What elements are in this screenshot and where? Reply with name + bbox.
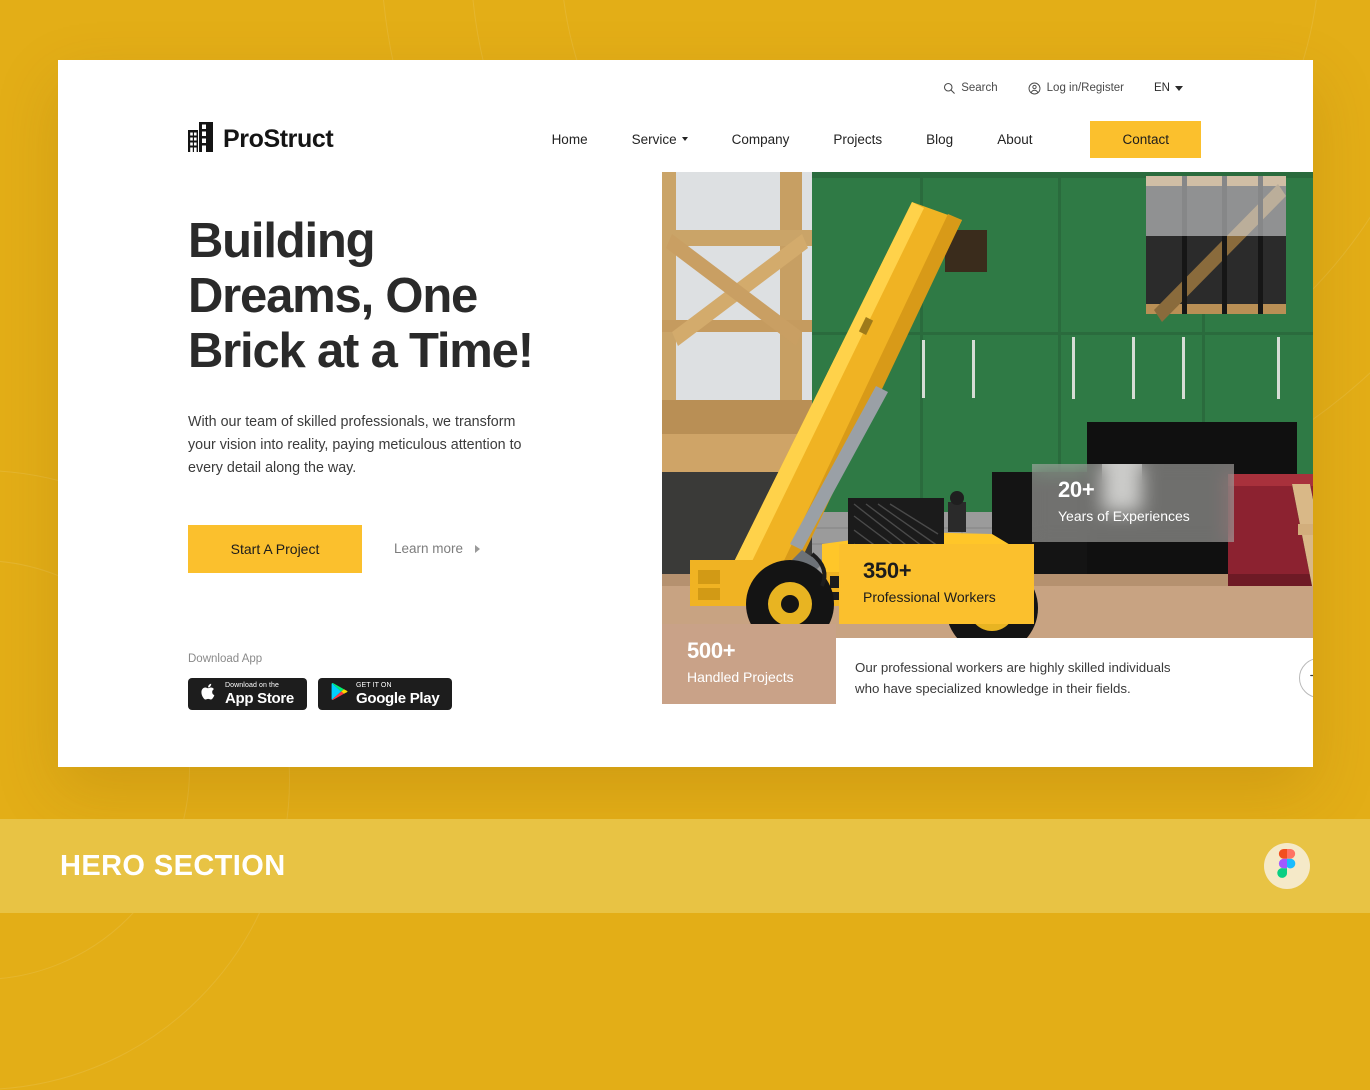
chevron-right-icon xyxy=(475,544,481,553)
stat-label: Professional Workers xyxy=(863,589,996,605)
brand-name: ProStruct xyxy=(223,124,334,153)
building-icon xyxy=(188,121,214,157)
arrow-right-icon xyxy=(1309,669,1313,687)
hero-copy-column: Building Dreams, One Brick at a Time! Wi… xyxy=(188,172,606,710)
nav-label: About xyxy=(997,131,1033,147)
search-label: Search xyxy=(961,82,998,94)
figma-icon xyxy=(1277,849,1297,883)
nav-item-about[interactable]: About xyxy=(997,132,1032,147)
user-circle-icon xyxy=(1028,82,1041,95)
google-play-icon xyxy=(331,682,348,706)
page-title: Building Dreams, One Brick at a Time! xyxy=(188,214,606,379)
badge-store-name: Google Play xyxy=(355,689,440,707)
google-play-badge[interactable]: GET IT ON Google Play xyxy=(317,677,453,710)
site-header: ProStruct Home Service Company Projects … xyxy=(58,100,1313,172)
hero-caption-text: Our professional workers are highly skil… xyxy=(855,660,1171,696)
nav-label: Blog xyxy=(926,131,954,147)
section-banner: HERO SECTION xyxy=(0,819,1370,913)
google-play-badge-text: GET IT ON Google Play xyxy=(355,681,440,707)
hero-section: Building Dreams, One Brick at a Time! Wi… xyxy=(58,172,1313,718)
badge-store-name: App Store xyxy=(225,689,294,707)
stat-card-workers: 350+ Professional Workers xyxy=(839,544,1034,624)
headline-line-3: Brick at a Time! xyxy=(188,323,534,378)
apple-icon xyxy=(201,682,217,706)
nav-item-company[interactable]: Company xyxy=(732,132,790,147)
nav-item-service[interactable]: Service xyxy=(632,132,688,147)
login-register-button[interactable]: Log in/Register xyxy=(1028,82,1124,95)
search-button[interactable]: Search xyxy=(943,82,998,94)
download-app-label: Download App xyxy=(188,652,263,665)
stat-card-years: 20+ Years of Experiences xyxy=(1032,464,1234,542)
search-icon xyxy=(943,82,955,94)
chevron-down-icon xyxy=(681,137,688,141)
stat-value: 350+ xyxy=(863,558,912,583)
app-store-badge[interactable]: Download on the App Store xyxy=(188,677,307,710)
headline-line-2: Dreams, One xyxy=(188,268,478,323)
language-label: EN xyxy=(1154,82,1170,94)
hero-cta-row: Start A Project Learn more xyxy=(188,524,606,573)
app-store-badge-text: Download on the App Store xyxy=(225,682,294,706)
caption-next-button[interactable] xyxy=(1299,658,1313,698)
headline-line-1: Building xyxy=(188,214,376,268)
start-a-project-button[interactable]: Start A Project xyxy=(188,524,362,573)
nav-label: Projects xyxy=(833,131,883,147)
nav-item-blog[interactable]: Blog xyxy=(926,132,953,147)
brand-logo[interactable]: ProStruct xyxy=(188,121,334,157)
stat-label: Years of Experiences xyxy=(1058,508,1190,524)
stat-card-projects: 500+ Handled Projects xyxy=(662,624,836,704)
nav-item-projects[interactable]: Projects xyxy=(833,132,882,147)
badge-small-text: Download on the xyxy=(225,681,280,689)
utility-topbar: Search Log in/Register EN xyxy=(58,60,1313,100)
language-selector[interactable]: EN xyxy=(1154,82,1183,94)
app-store-badges: Download on the App Store GET IT ON Goog… xyxy=(188,677,606,710)
nav-label: Service xyxy=(631,131,677,147)
nav-item-home[interactable]: Home xyxy=(552,132,588,147)
nav-label: Home xyxy=(551,131,588,147)
chevron-down-icon xyxy=(1175,85,1183,91)
learn-more-link[interactable]: Learn more xyxy=(394,541,481,557)
nav-label: Company xyxy=(731,131,790,147)
badge-small-text: GET IT ON xyxy=(355,681,392,689)
hero-media-column: 20+ Years of Experiences 350+ Profession… xyxy=(662,172,1313,718)
section-banner-title: HERO SECTION xyxy=(60,849,286,882)
website-preview-card: Search Log in/Register EN ProStruct Home… xyxy=(58,60,1313,767)
stat-value: 20+ xyxy=(1058,477,1095,502)
primary-navigation: Home Service Company Projects Blog About… xyxy=(552,120,1201,158)
figma-badge[interactable] xyxy=(1264,843,1310,889)
contact-button[interactable]: Contact xyxy=(1090,120,1201,158)
hero-subtext: With our team of skilled professionals, … xyxy=(188,413,522,477)
hero-caption-row: Our professional workers are highly skil… xyxy=(839,638,1313,718)
login-register-label: Log in/Register xyxy=(1046,82,1125,94)
stat-label: Handled Projects xyxy=(687,669,794,685)
stat-value: 500+ xyxy=(687,638,736,663)
learn-more-label: Learn more xyxy=(394,541,464,557)
